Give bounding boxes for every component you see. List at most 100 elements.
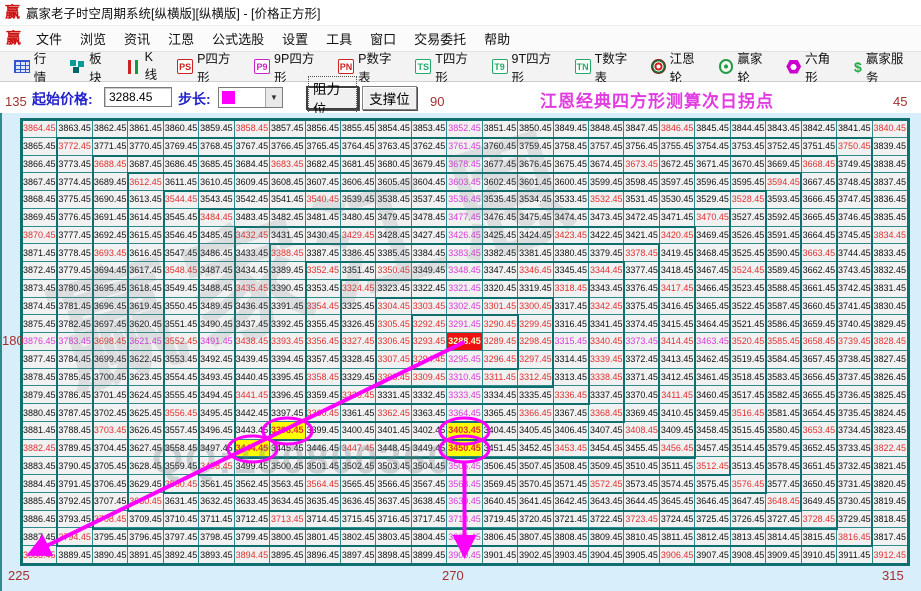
grid-cell: 3861.45 bbox=[128, 120, 163, 138]
grid-cell: 3356.45 bbox=[306, 333, 341, 351]
chevron-down-icon[interactable]: ▼ bbox=[265, 88, 282, 107]
grid-cell: 3724.45 bbox=[660, 511, 695, 529]
grid-cell: 3302.45 bbox=[447, 298, 482, 316]
grid-cell: 3770.45 bbox=[128, 138, 163, 156]
grid-cell: 3389.45 bbox=[270, 262, 305, 280]
grid-cell: 3413.45 bbox=[660, 351, 695, 369]
grid-cell: 3494.45 bbox=[199, 386, 234, 404]
menu-item-3[interactable]: 江恩 bbox=[159, 32, 203, 47]
grid-cell: 3900.45 bbox=[447, 546, 482, 564]
grid-cell: 3893.45 bbox=[199, 546, 234, 564]
grid-cell: 3461.45 bbox=[695, 369, 730, 387]
grid-cell: 3648.45 bbox=[766, 493, 801, 511]
grid-cell: 3884.45 bbox=[22, 475, 57, 493]
grid-cell: 3561.45 bbox=[199, 475, 234, 493]
menu-item-5[interactable]: 设置 bbox=[273, 32, 317, 47]
toolbar-item-行情[interactable]: 行情 bbox=[8, 48, 64, 86]
grid-cell: 3439.45 bbox=[235, 351, 270, 369]
winner-wheel-icon bbox=[719, 59, 734, 74]
grid-cell: 3531.45 bbox=[624, 191, 659, 209]
grid-cell: 3291.45 bbox=[447, 315, 482, 333]
grid-cell: 3666.45 bbox=[802, 191, 837, 209]
grid-cell: 3520.45 bbox=[731, 333, 766, 351]
grid-cell: 3640.45 bbox=[483, 493, 518, 511]
grid-cell: 3409.45 bbox=[660, 422, 695, 440]
toolbar-item-9T四方形[interactable]: T99T四方形 bbox=[486, 48, 569, 86]
grid-cell: 3817.45 bbox=[873, 528, 908, 546]
menu-item-4[interactable]: 公式选股 bbox=[203, 32, 273, 47]
toolbar-item-板块[interactable]: 板块 bbox=[64, 48, 119, 86]
menu-item-1[interactable]: 浏览 bbox=[71, 32, 115, 47]
grid-cell: 3661.45 bbox=[802, 280, 837, 298]
grid-cell: 3418.45 bbox=[660, 262, 695, 280]
grid-cell: 3624.45 bbox=[128, 386, 163, 404]
grid-cell: 3344.45 bbox=[589, 262, 624, 280]
grid-cell: 3832.45 bbox=[873, 262, 908, 280]
resistance-button[interactable]: 阻力位 bbox=[306, 86, 359, 110]
menu-item-6[interactable]: 工具 bbox=[317, 32, 361, 47]
title-bar[interactable]: 赢 赢家老子时空周期系统[纵横版][纵横版] - [价格正方形] bbox=[0, 0, 921, 25]
grid-cell: 3315.45 bbox=[554, 333, 589, 351]
grid-cell: 3703.45 bbox=[93, 422, 128, 440]
grid-cell: 3762.45 bbox=[412, 138, 447, 156]
grid-cell: 3432.45 bbox=[235, 227, 270, 245]
menu-item-9[interactable]: 帮助 bbox=[475, 32, 519, 47]
window-title: 赢家老子时空周期系统[纵横版][纵横版] - [价格正方形] bbox=[26, 3, 320, 22]
grid-cell: 3649.45 bbox=[802, 493, 837, 511]
grid-cell: 3453.45 bbox=[554, 440, 589, 458]
grid-cell: 3579.45 bbox=[766, 440, 801, 458]
grid-cell: 3484.45 bbox=[199, 209, 234, 227]
grid-cell: 3550.45 bbox=[164, 298, 199, 316]
support-button[interactable]: 支撑位 bbox=[362, 86, 417, 110]
grid-cell: 3342.45 bbox=[589, 298, 624, 316]
grid-cell: 3688.45 bbox=[93, 156, 128, 174]
grid-cell: 3415.45 bbox=[660, 315, 695, 333]
menu-item-2[interactable]: 资讯 bbox=[115, 32, 159, 47]
grid-cell: 3551.45 bbox=[164, 315, 199, 333]
toolbar-item-T四方形[interactable]: TST四方形 bbox=[409, 48, 485, 86]
toolbar-item-赢家服务[interactable]: $赢家服务 bbox=[848, 48, 921, 86]
grid-cell: 3827.45 bbox=[873, 351, 908, 369]
toolbar-item-P四方形[interactable]: PSP四方形 bbox=[171, 48, 248, 86]
page-title: 江恩经典四方形测算次日拐点 bbox=[540, 87, 774, 112]
grid-cell: 3463.45 bbox=[695, 333, 730, 351]
grid-cell: 3424.45 bbox=[518, 227, 553, 245]
grid-cell: 3333.45 bbox=[447, 386, 482, 404]
menu-item-0[interactable]: 文件 bbox=[27, 32, 71, 47]
grid-cell: 3811.45 bbox=[660, 528, 695, 546]
grid-cell: 3525.45 bbox=[731, 244, 766, 262]
menu-item-8[interactable]: 交易委托 bbox=[405, 32, 475, 47]
toolbar-item-江恩轮[interactable]: 江恩轮 bbox=[645, 48, 713, 86]
grid-cell: 3702.45 bbox=[93, 404, 128, 422]
grid-cell: 3617.45 bbox=[128, 262, 163, 280]
grid-cell: 3909.45 bbox=[766, 546, 801, 564]
grid-cell: 3776.45 bbox=[57, 209, 92, 227]
grid-cell: 3509.45 bbox=[589, 457, 624, 475]
toolbar-item-T数字表[interactable]: TNT数字表 bbox=[569, 48, 645, 86]
grid-cell: 3826.45 bbox=[873, 369, 908, 387]
grid-cell: 3482.45 bbox=[270, 209, 305, 227]
grid-cell: 3571.45 bbox=[554, 475, 589, 493]
toolbar-item-K线[interactable]: K线 bbox=[120, 50, 171, 83]
step-color-dropdown[interactable]: ▼ bbox=[218, 87, 283, 108]
grid-cell: 3311.45 bbox=[483, 369, 518, 387]
toolbar-item-赢家轮[interactable]: 赢家轮 bbox=[713, 48, 781, 86]
grid-cell: 3693.45 bbox=[93, 244, 128, 262]
grid-cell: 3407.45 bbox=[589, 422, 624, 440]
menu-item-7[interactable]: 窗口 bbox=[361, 32, 405, 47]
grid-cell: 3402.45 bbox=[412, 422, 447, 440]
grid-cell: 3565.45 bbox=[341, 475, 376, 493]
grid-cell: 3709.45 bbox=[128, 511, 163, 529]
grid-cell: 3744.45 bbox=[837, 244, 872, 262]
start-price-input[interactable] bbox=[104, 87, 172, 107]
grid-cell: 3606.45 bbox=[341, 173, 376, 191]
grid-cell: 3297.45 bbox=[518, 351, 553, 369]
grid-cell: 3320.45 bbox=[483, 280, 518, 298]
grid-cell: 3339.45 bbox=[589, 351, 624, 369]
grid-cell: 3375.45 bbox=[624, 298, 659, 316]
grid-cell: 3864.45 bbox=[22, 120, 57, 138]
grid-cell: 3905.45 bbox=[624, 546, 659, 564]
candlestick-icon bbox=[126, 60, 141, 74]
grid-cell: 3845.45 bbox=[695, 120, 730, 138]
toolbar-item-六角形[interactable]: 六角形 bbox=[780, 48, 848, 86]
